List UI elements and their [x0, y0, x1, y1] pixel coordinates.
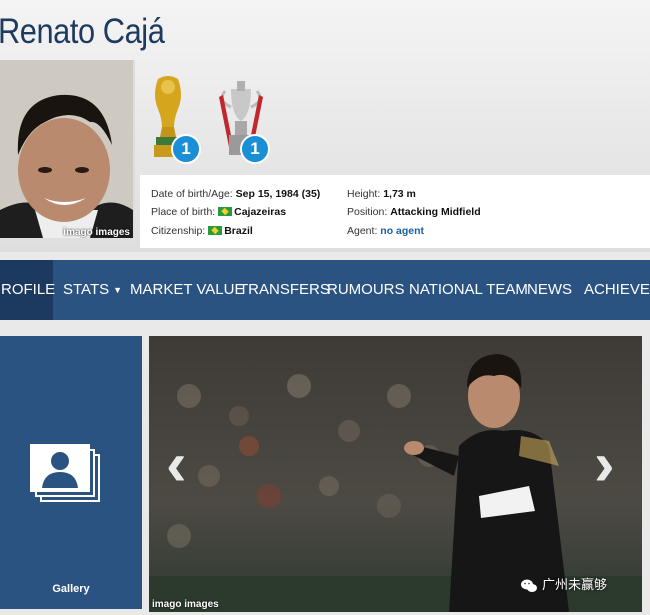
nav-tab-label: ROFILE: [1, 281, 56, 298]
nav-tab-national-team[interactable]: NATIONAL TEAM: [409, 260, 528, 320]
player-action-photo: [149, 336, 642, 612]
height-value: 1,73 m: [383, 188, 416, 200]
height-label: Height:: [347, 188, 381, 200]
player-photo[interactable]: imago images: [0, 60, 135, 238]
agent-label: Agent:: [347, 225, 378, 237]
nav-tab-transfers[interactable]: TRANSFERS: [239, 260, 330, 320]
player-name: Renato Cajá: [0, 12, 165, 51]
dob-value: Sep 15, 1984 (35): [235, 188, 321, 200]
player-portrait-image: [0, 60, 133, 238]
dob-label: Date of birth/Age:: [151, 188, 233, 200]
citizenship-value[interactable]: Brazil: [224, 225, 253, 237]
nav-tab-label: ACHIEVEME: [584, 281, 650, 298]
height-row: Height: 1,73 m: [347, 188, 416, 200]
gallery-tile[interactable]: [0, 336, 142, 609]
citizenship-row: Citizenship: Brazil: [151, 225, 253, 237]
nav-tab-label: NATIONAL TEAM: [409, 281, 528, 298]
nav-tab-rumours[interactable]: RUMOURS: [327, 260, 405, 320]
nav-tab-label: STATS: [63, 281, 110, 298]
pob-value[interactable]: Cajazeiras: [234, 206, 286, 218]
brazil-flag-icon: [208, 225, 223, 235]
gallery-label: Gallery: [52, 583, 90, 595]
nav-tab-label: TRANSFERS: [239, 281, 330, 298]
position-label: Position:: [347, 206, 388, 218]
pob-row: Place of birth: Cajazeiras: [151, 206, 286, 218]
nav-tab-news[interactable]: NEWS: [527, 260, 572, 320]
nav-tab-profile[interactable]: ROFILE: [0, 260, 56, 320]
nav-tab-market-value[interactable]: MARKET VALUE: [130, 260, 244, 320]
nav-tab-achievements[interactable]: ACHIEVEME: [584, 260, 650, 320]
agent-row: Agent: no agent: [347, 225, 424, 237]
agent-link[interactable]: no agent: [380, 225, 424, 237]
nav-tab-label: MARKET VALUE: [130, 281, 245, 298]
wechat-watermark-text: 广州未赢够: [542, 577, 608, 592]
profile-nav-bar: ROFILE STATS ▼ MARKET VALUE TRANSFERS RUM…: [0, 260, 650, 320]
gallery-image-credit: imago images: [152, 599, 219, 610]
brazil-flag-icon: [218, 206, 233, 216]
position-value: Attacking Midfield: [390, 206, 481, 218]
photo-credit: imago images: [63, 227, 130, 238]
gallery-prev-arrow[interactable]: ‹: [166, 434, 187, 496]
nav-tab-label: RUMOURS: [327, 281, 405, 298]
citizenship-label: Citizenship:: [151, 225, 206, 237]
wechat-watermark: 广州未赢够: [521, 574, 607, 593]
trophy-count-badge: 1: [240, 134, 270, 164]
gallery-icon: [30, 444, 100, 502]
caret-down-icon: ▼: [113, 285, 123, 296]
position-row: Position: Attacking Midfield: [347, 206, 481, 218]
gallery-next-arrow[interactable]: ›: [594, 434, 615, 496]
pob-label: Place of birth:: [151, 206, 216, 218]
wechat-icon: [521, 579, 537, 592]
trophy-count-badge: 1: [171, 134, 201, 164]
dob-row: Date of birth/Age: Sep 15, 1984 (35): [151, 188, 320, 200]
gallery-image[interactable]: [149, 336, 642, 612]
nav-tab-stats[interactable]: STATS ▼: [63, 260, 122, 320]
nav-tab-label: NEWS: [527, 281, 572, 298]
